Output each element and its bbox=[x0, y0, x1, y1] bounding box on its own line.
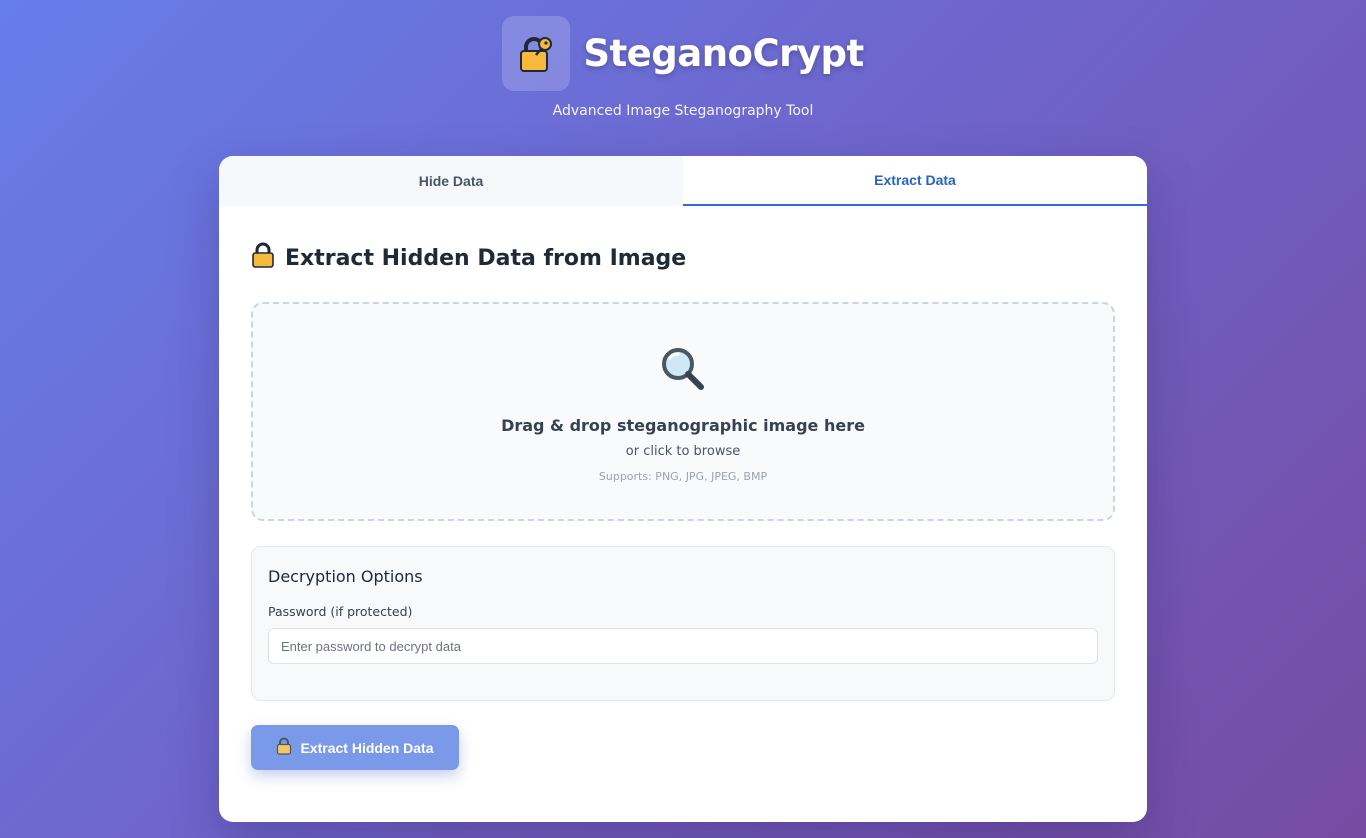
password-label: Password (if protected) bbox=[268, 604, 413, 619]
main-card: Hide Data Extract Data Extract Hidden Da… bbox=[219, 156, 1147, 822]
dropzone-subtitle: or click to browse bbox=[625, 444, 741, 459]
dropzone-title: Drag & drop steganographic image here bbox=[501, 416, 865, 435]
tab-hide-data[interactable]: Hide Data bbox=[219, 156, 683, 206]
image-dropzone[interactable]: Drag & drop steganographic image here or… bbox=[251, 302, 1115, 521]
magnifier-icon bbox=[659, 346, 707, 396]
logo bbox=[502, 16, 571, 91]
lock-icon bbox=[251, 242, 275, 274]
app-subtitle: Advanced Image Steganography Tool bbox=[552, 103, 814, 119]
tab-bar: Hide Data Extract Data bbox=[219, 156, 1147, 206]
decryption-options: Decryption Options Password (if protecte… bbox=[251, 546, 1115, 701]
password-input[interactable] bbox=[268, 628, 1098, 664]
lock-with-key-icon bbox=[520, 36, 553, 72]
extract-button[interactable]: Extract Hidden Data bbox=[251, 725, 459, 770]
tab-extract-data[interactable]: Extract Data bbox=[683, 156, 1147, 206]
section-title: Extract Hidden Data from Image bbox=[285, 245, 687, 271]
brand: SteganoCrypt bbox=[502, 16, 864, 91]
app-header: SteganoCrypt Advanced Image Steganograph… bbox=[0, 16, 1366, 119]
extract-button-label: Extract Hidden Data bbox=[300, 739, 434, 756]
extract-panel: Extract Hidden Data from Image Drag & dr… bbox=[219, 242, 1147, 770]
section-heading: Extract Hidden Data from Image bbox=[251, 242, 1115, 274]
lock-icon bbox=[276, 737, 292, 758]
dropzone-supports: Supports: PNG, JPG, JPEG, BMP bbox=[598, 470, 768, 483]
app-title: SteganoCrypt bbox=[583, 32, 864, 75]
options-title: Decryption Options bbox=[268, 567, 423, 586]
